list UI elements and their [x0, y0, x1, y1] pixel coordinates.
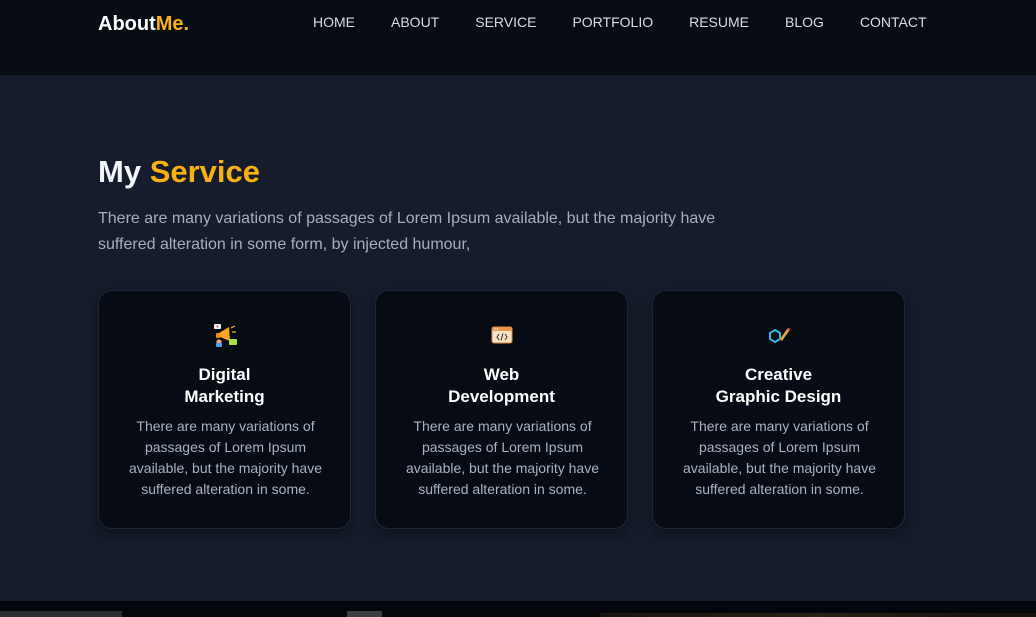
nav-item-home[interactable]: HOME [313, 14, 355, 30]
code-window-icon [488, 321, 516, 349]
card-title-line1: Creative [744, 365, 813, 384]
card-title-line2: Development [448, 387, 555, 406]
navbar: AboutMe. HOME ABOUT SERVICE PORTFOLIO RE… [0, 0, 1036, 75]
card-title-line1: Digital [198, 365, 251, 384]
card-title-line2: Graphic Design [715, 387, 842, 406]
design-pencil-icon [765, 321, 793, 349]
card-text: There are many variations of passages of… [406, 418, 599, 497]
section-title-main: My [98, 154, 142, 189]
nav-menu: HOME ABOUT SERVICE PORTFOLIO RESUME BLOG… [313, 14, 963, 30]
service-card-web-development[interactable]: Web Development There are many variation… [375, 290, 628, 529]
section-description-line2: suffered alteration in some form, by inj… [98, 236, 471, 253]
service-card-digital-marketing[interactable]: Digital Marketing There are many variati… [98, 290, 351, 529]
card-title: Digital Marketing [99, 364, 350, 408]
card-title-line2: Marketing [184, 387, 265, 406]
card-title: Creative Graphic Design [653, 364, 904, 408]
next-section-strip [0, 601, 1036, 617]
nav-item-blog[interactable]: BLOG [785, 14, 824, 30]
brand-name-accent: Me. [155, 13, 190, 35]
section-title: My Service [98, 154, 260, 190]
section-description: There are many variations of passages of… [98, 206, 758, 258]
strip-segment [347, 611, 382, 617]
brand-name: About [98, 13, 156, 35]
card-text: There are many variations of passages of… [129, 418, 322, 497]
nav-item-contact[interactable]: CONTACT [860, 14, 927, 30]
nav-item-resume[interactable]: RESUME [689, 14, 749, 30]
card-text: There are many variations of passages of… [683, 418, 876, 497]
brand-logo[interactable]: AboutMe. [98, 13, 189, 36]
service-card-graphic-design[interactable]: Creative Graphic Design There are many v… [652, 290, 905, 529]
nav-item-service[interactable]: SERVICE [475, 14, 536, 30]
nav-item-about[interactable]: ABOUT [391, 14, 439, 30]
section-description-line1: There are many variations of passages of… [98, 210, 716, 227]
megaphone-icon [211, 321, 239, 349]
strip-segment [600, 613, 1036, 617]
strip-segment [0, 611, 122, 617]
card-title: Web Development [376, 364, 627, 408]
nav-item-portfolio[interactable]: PORTFOLIO [572, 14, 653, 30]
section-title-accent: Service [149, 154, 261, 189]
card-title-line1: Web [483, 365, 520, 384]
